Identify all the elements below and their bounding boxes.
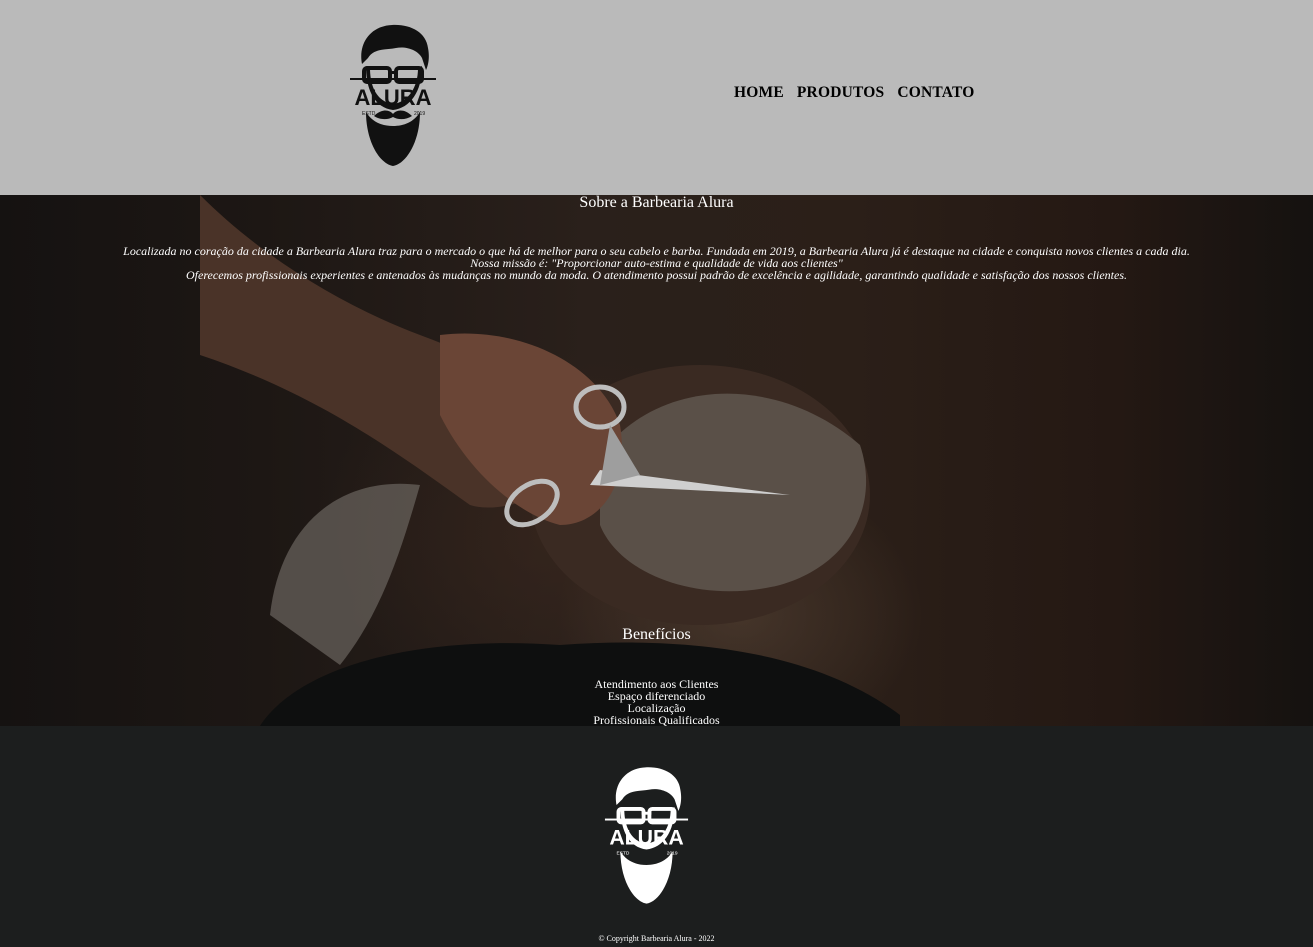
svg-text:ALURA: ALURA [609,826,683,850]
hero-section: Sobre a Barbearia Alura Localizada no co… [0,195,1313,726]
alura-logo-icon: ALURA ESTD 2019 [604,767,689,904]
list-item: Profissionais Qualificados [593,713,720,726]
nav-produtos[interactable]: PRODUTOS [797,84,884,102]
svg-text:2019: 2019 [414,111,425,117]
beneficios-list: Atendimento aos Clientes Espaço diferenc… [0,678,1313,726]
svg-text:ALURA: ALURA [355,85,432,110]
sobre-title: Sobre a Barbearia Alura [579,195,734,211]
site-header: ALURA ESTD 2019 HOME PRODUTOS CONTATO [0,0,1313,195]
svg-text:ESTD: ESTD [617,850,630,856]
alura-logo-icon[interactable]: ALURA ESTD 2019 [348,22,438,168]
nav-contato[interactable]: CONTATO [897,84,974,102]
copyright-text: © Copyright Barbearia Alura - 2022 [598,934,715,943]
nav-home[interactable]: HOME [734,84,784,102]
site-footer: ALURA ESTD 2019 © Copyright Barbearia Al… [0,726,1313,947]
svg-text:ESTD: ESTD [362,111,376,117]
main-nav: HOME PRODUTOS CONTATO [734,84,975,102]
sobre-description: Localizada no coração da cidade a Barbea… [0,245,1313,281]
sobre-paragraph: Oferecemos profissionais experientes e a… [186,268,1127,282]
beneficios-title: Benefícios [622,626,691,643]
svg-text:2019: 2019 [667,850,678,856]
